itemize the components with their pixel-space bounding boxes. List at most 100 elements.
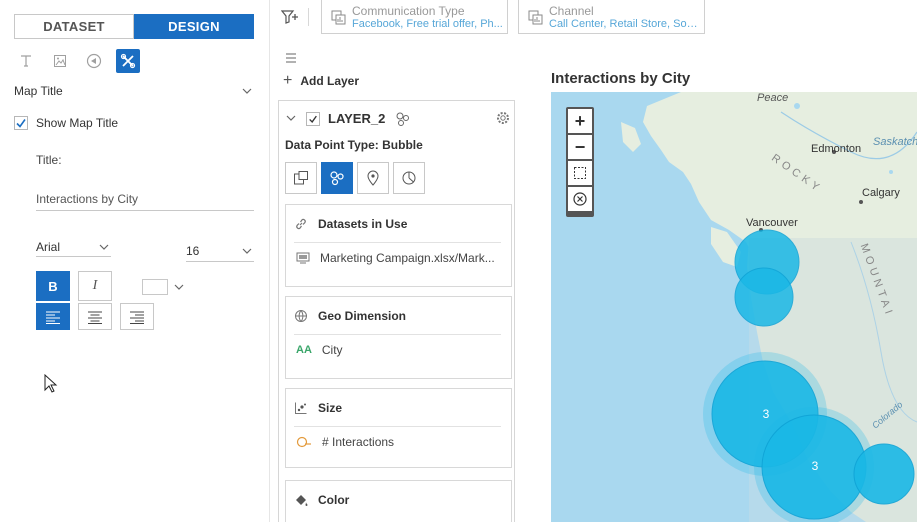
font-size-value: 16 — [186, 244, 200, 258]
chevron-down-icon — [99, 244, 109, 250]
size-measure-item[interactable]: # Interactions — [296, 435, 501, 449]
checkmark-icon — [16, 119, 26, 128]
shape-icon[interactable] — [82, 49, 106, 73]
add-layer-button[interactable]: + Add Layer — [283, 72, 360, 89]
section-selector-label: Map Title — [14, 84, 63, 98]
checkmark-icon — [309, 115, 317, 123]
title-input[interactable]: Interactions by City — [36, 188, 254, 211]
filter-chart-icon — [528, 10, 543, 25]
size-card: Size # Interactions — [285, 388, 512, 468]
divider — [308, 8, 309, 26]
title-field-label: Title: — [36, 153, 62, 167]
show-map-title-row: Show Map Title — [14, 116, 118, 130]
tab-design[interactable]: DESIGN — [134, 14, 254, 39]
design-panel: DATASET DESIGN Map Title Show Map Title … — [0, 0, 270, 522]
italic-button[interactable]: I — [78, 271, 112, 301]
bold-label: B — [48, 278, 58, 294]
map-controls: + − — [566, 107, 594, 217]
filter-chip-channel[interactable]: Channel Call Center, Retail Store, Soci.… — [518, 0, 705, 34]
align-right-icon — [130, 311, 144, 324]
bubble-layer — [703, 229, 915, 522]
font-family-value: Arial — [36, 239, 61, 254]
map-canvas[interactable]: Peace Edmonton Saskatch ROCKY MOUNTAI Ca… — [551, 92, 917, 522]
card-header: Datasets in Use — [294, 205, 501, 243]
card-header: Color — [294, 481, 501, 519]
data-point-type-selector — [285, 162, 425, 194]
section-selector[interactable]: Map Title — [14, 82, 254, 100]
filter-chip-title: Channel — [549, 4, 594, 18]
mouse-cursor-icon — [44, 374, 58, 393]
chevron-down-icon[interactable] — [172, 280, 186, 294]
bubble-cluster-count: 3 — [762, 407, 770, 421]
align-left-button[interactable] — [36, 303, 70, 330]
area-icon — [294, 171, 308, 185]
font-family-select[interactable]: Arial — [36, 237, 111, 257]
map-title: Interactions by City — [551, 70, 691, 87]
card-title: Size — [318, 400, 343, 415]
type-bubble-button[interactable] — [321, 162, 353, 194]
datasets-in-use-card: Datasets in Use Marketing Campaign.xlsx/… — [285, 204, 512, 287]
image-icon[interactable] — [48, 49, 72, 73]
bubble-cluster-count: 3 — [811, 459, 819, 473]
scatter-icon — [295, 402, 307, 414]
text-icon[interactable] — [14, 49, 38, 73]
reset-view-button[interactable] — [568, 187, 592, 211]
tab-dataset[interactable]: DATASET — [14, 14, 134, 39]
zoom-in-button[interactable]: + — [568, 109, 592, 133]
dataset-name: Marketing Campaign.xlsx/Mark... — [320, 251, 495, 265]
align-left-icon — [46, 311, 60, 324]
filter-chart-icon — [331, 10, 346, 25]
show-map-title-label: Show Map Title — [36, 116, 119, 130]
dimension-type-icon: AA — [296, 344, 312, 356]
filter-chip-title: Communication Type — [352, 4, 465, 18]
bubble-layer-icon — [396, 112, 409, 126]
select-area-button[interactable] — [568, 161, 592, 185]
color-card: Color — [285, 480, 512, 522]
font-size-select[interactable]: 16 — [186, 241, 254, 262]
gear-icon[interactable] — [496, 111, 510, 125]
measure-icon — [296, 436, 311, 448]
chevron-down-icon — [242, 248, 252, 254]
dataset-item[interactable]: Marketing Campaign.xlsx/Mark... — [296, 251, 501, 265]
filter-bar: Communication Type Facebook, Free trial … — [271, 0, 917, 36]
bubble-seattle[interactable] — [734, 267, 794, 327]
filter-chip-communication-type[interactable]: Communication Type Facebook, Free trial … — [321, 0, 508, 34]
dataset-icon — [296, 252, 310, 264]
bold-button[interactable]: B — [36, 271, 70, 301]
chevron-down-icon[interactable] — [285, 112, 297, 124]
italic-label: I — [92, 278, 98, 293]
geo-dimension-name: City — [321, 343, 343, 357]
type-point-button[interactable] — [357, 162, 389, 194]
card-title: Datasets in Use — [318, 216, 408, 231]
data-point-type-label: Data Point Type: Bubble — [285, 138, 423, 152]
panel-tabs: DATASET DESIGN — [14, 14, 254, 39]
paint-bucket-icon — [296, 495, 308, 506]
hamburger-menu-icon[interactable] — [285, 52, 297, 64]
filter-chip-value: Facebook, Free trial offer, Ph... — [352, 18, 503, 30]
card-header: Size — [294, 389, 501, 427]
bubble-boise[interactable] — [853, 443, 915, 505]
app: DATASET DESIGN Map Title Show Map Title … — [0, 0, 917, 522]
geo-dimension-item[interactable]: AA City — [296, 343, 501, 357]
type-area-button[interactable] — [285, 162, 317, 194]
add-filter-icon[interactable] — [281, 8, 299, 26]
map-pin-icon — [367, 170, 379, 186]
reset-icon — [573, 192, 587, 206]
layer-panel: LAYER_2 Data Point Type: Bubble Datasets… — [278, 100, 515, 522]
chevron-down-icon — [242, 88, 252, 94]
type-pie-button[interactable] — [393, 162, 425, 194]
add-layer-label: Add Layer — [300, 74, 360, 88]
layer-visibility-checkbox[interactable] — [306, 112, 320, 126]
zoom-out-button[interactable]: − — [568, 135, 592, 159]
font-color-swatch[interactable] — [142, 279, 168, 295]
card-header: Geo Dimension — [294, 297, 501, 335]
marquee-select-icon — [574, 167, 586, 179]
link-icon — [296, 218, 306, 229]
tools-icon[interactable] — [116, 49, 140, 73]
align-center-button[interactable] — [78, 303, 112, 330]
plus-icon: + — [283, 72, 293, 89]
layer-header: LAYER_2 — [279, 101, 514, 137]
align-right-button[interactable] — [120, 303, 154, 330]
show-map-title-checkbox[interactable] — [14, 116, 28, 130]
layer-name[interactable]: LAYER_2 — [328, 111, 385, 126]
